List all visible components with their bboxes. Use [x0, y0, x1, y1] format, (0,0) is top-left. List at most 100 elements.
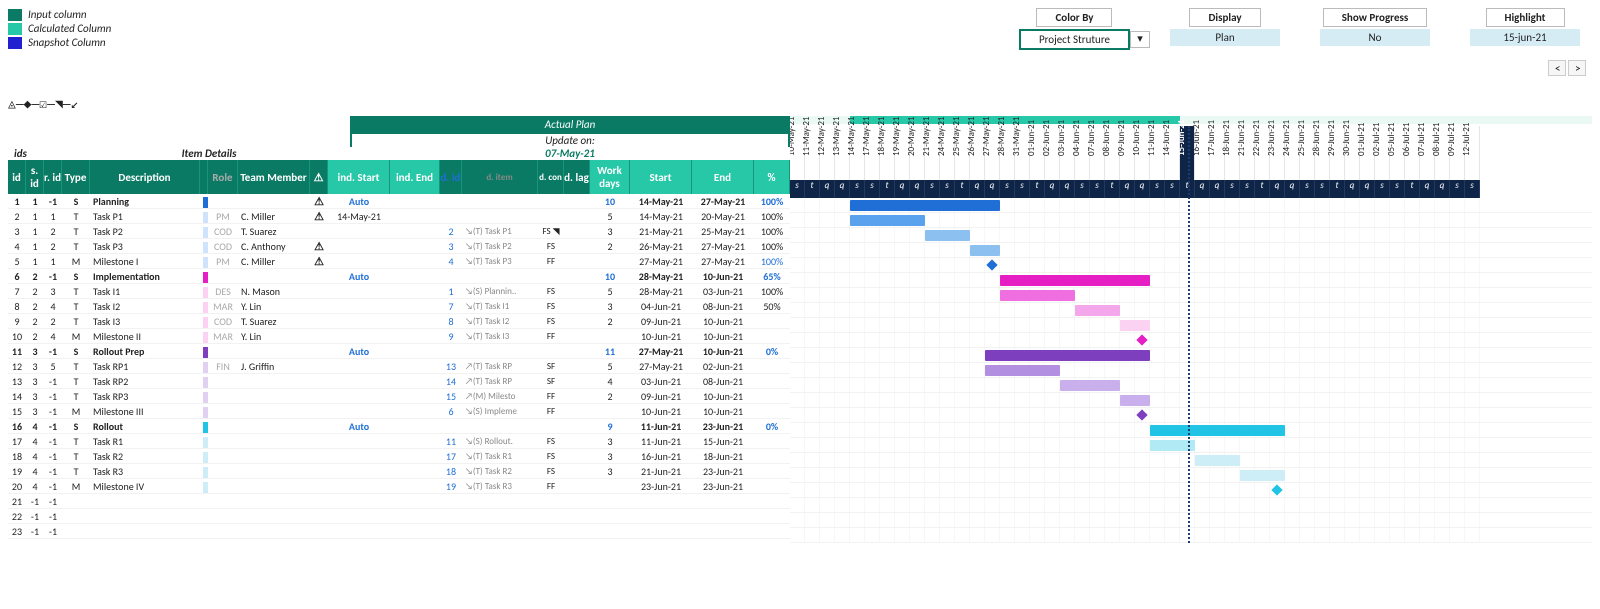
col-head[interactable]: Description: [90, 160, 200, 194]
highlight-line: [1188, 126, 1190, 543]
gantt-row: [790, 513, 1592, 528]
chevron-down-icon[interactable]: ▾: [1130, 31, 1150, 48]
table-row[interactable]: 312TTask P2CODT. Suarez2↘(T) Task P1FS ◥…: [8, 224, 790, 239]
col-head[interactable]: [200, 160, 208, 194]
table-row[interactable]: 22-1-1: [8, 509, 790, 524]
col-head[interactable]: Type: [62, 160, 90, 194]
col-head[interactable]: Work days: [590, 160, 630, 194]
table-row[interactable]: 922TTask I3CODT. Suarez8↘(T) Task I2FS20…: [8, 314, 790, 329]
gantt-row: [790, 228, 1592, 243]
color-by-select[interactable]: Project Struture▾: [1019, 29, 1130, 50]
color-by-head: Color By: [1036, 8, 1112, 27]
highlight-control: Highlight 15-jun-21: [1470, 8, 1580, 46]
column-headers: ids. idr. idTypeDescription RoleTeam Memb…: [8, 160, 790, 194]
gantt-row: [790, 378, 1592, 393]
table-row[interactable]: 174-1TTask R111↘(S) Rollout.FS311-Jun-21…: [8, 434, 790, 449]
table-row[interactable]: 133-1TTask RP214↗(T) Task RPSF403-Jun-21…: [8, 374, 790, 389]
highlight-head: Highlight: [1486, 8, 1565, 27]
gantt-row: [790, 468, 1592, 483]
gantt-bar: [1240, 470, 1285, 481]
gantt-bar: [985, 365, 1060, 376]
gantt-bar: [970, 245, 1000, 256]
legend-label: Calculated Column: [28, 22, 111, 35]
gantt-bar: [1120, 395, 1150, 406]
table-row[interactable]: 21-1-1: [8, 494, 790, 509]
col-head[interactable]: s. id: [26, 160, 44, 194]
gantt-row: [790, 423, 1592, 438]
table-row[interactable]: 412TTask P3CODC. Anthony⚠3↘(T) Task P2FS…: [8, 239, 790, 254]
table-row[interactable]: 113-1SRollout PrepAuto1127-May-2110-Jun-…: [8, 344, 790, 359]
gantt-row: [790, 483, 1592, 498]
gantt-bar: [1195, 455, 1240, 466]
gantt-bar: [850, 215, 925, 226]
table-row[interactable]: 194-1TTask R318↘(T) Task R2FS321-Jun-212…: [8, 464, 790, 479]
legend-label: Snapshot Column: [28, 36, 106, 49]
symbol-toolbar[interactable]: ◬–◆–☑–◥–↙: [8, 97, 1592, 112]
gantt-bar: [1075, 305, 1120, 316]
col-head[interactable]: ⚠: [310, 160, 328, 194]
col-head[interactable]: d. lag: [564, 160, 590, 194]
gantt-row: [790, 363, 1592, 378]
col-head[interactable]: Team Member: [238, 160, 310, 194]
progress-value[interactable]: No: [1320, 29, 1430, 46]
col-head[interactable]: d. id: [440, 160, 462, 194]
table-row[interactable]: 164-1SRolloutAuto911-Jun-2123-Jun-210%: [8, 419, 790, 434]
data-rows: 11-1SPlanning⚠Auto1014-May-2127-May-2110…: [8, 194, 790, 539]
table-row[interactable]: 204-1MMilestone IV19↘(T) Task R3FF23-Jun…: [8, 479, 790, 494]
gantt-bar: [1060, 380, 1120, 391]
toolbar: Color By Project Struture▾ Display Plan …: [1019, 8, 1580, 50]
color-by-control: Color By Project Struture▾: [1019, 8, 1130, 50]
table-row[interactable]: 211TTask P1PMC. Miller⚠14-May-21514-May-…: [8, 209, 790, 224]
col-head[interactable]: d. item: [462, 160, 538, 194]
col-head[interactable]: ind. End: [390, 160, 440, 194]
gantt-row: [790, 333, 1592, 348]
scroll-right-button[interactable]: >: [1568, 60, 1586, 76]
table-row[interactable]: 1024MMilestone IIMARY. Lin9↘(T) Task I3F…: [8, 329, 790, 344]
ids-label: ids: [8, 147, 68, 160]
gantt-row: [790, 348, 1592, 363]
table-row[interactable]: 11-1SPlanning⚠Auto1014-May-2127-May-2110…: [8, 194, 790, 209]
legend-swatch: [8, 37, 22, 49]
gantt-area[interactable]: 10-May-2111-May-2112-May-2113-May-2114-M…: [790, 116, 1592, 543]
gantt-bar: [925, 230, 970, 241]
col-head[interactable]: ind. Start: [328, 160, 390, 194]
display-head: Display: [1189, 8, 1260, 27]
table-row[interactable]: 824TTask I2MARY. Lin7↘(T) Task I1FS304-J…: [8, 299, 790, 314]
col-head[interactable]: %: [754, 160, 790, 194]
gantt-bar: [850, 200, 1000, 211]
gantt-row: [790, 318, 1592, 333]
col-head[interactable]: id: [8, 160, 26, 194]
table-row[interactable]: 62-1SImplementationAuto1028-May-2110-Jun…: [8, 269, 790, 284]
caption: Actual Plan Update on: ids Item Details …: [8, 116, 790, 160]
col-head[interactable]: End: [692, 160, 754, 194]
table-row[interactable]: 723TTask I1DESN. Mason1↘(S) Plannin..FS5…: [8, 284, 790, 299]
legend-swatch: [8, 9, 22, 21]
col-head[interactable]: d. con: [538, 160, 564, 194]
col-head[interactable]: Start: [630, 160, 692, 194]
scroll-left-button[interactable]: <: [1548, 60, 1566, 76]
gantt-row: [790, 453, 1592, 468]
gantt-bar: [985, 350, 1150, 361]
table-row[interactable]: 153-1MMilestone III6↘(S) ImplemeFF10-Jun…: [8, 404, 790, 419]
table-row[interactable]: 23-1-1: [8, 524, 790, 539]
gantt-rows: [790, 198, 1592, 543]
gantt-row: [790, 288, 1592, 303]
actual-plan-head: Actual Plan: [350, 116, 790, 134]
table-row[interactable]: 143-1TTask RP315↗(M) MilestoFF209-Jun-21…: [8, 389, 790, 404]
update-date: 07-May-21: [350, 147, 790, 160]
gantt-row: [790, 213, 1592, 228]
display-value[interactable]: Plan: [1170, 29, 1280, 46]
table-row[interactable]: 184-1TTask R217↘(T) Task R1FS316-Jun-211…: [8, 449, 790, 464]
gantt-bar: [1150, 425, 1285, 436]
gantt-row: [790, 303, 1592, 318]
item-details-label: Item Details: [68, 147, 350, 160]
col-head[interactable]: r. id: [44, 160, 62, 194]
timeline-dates: 10-May-2111-May-2112-May-2113-May-2114-M…: [790, 126, 1592, 180]
table-row[interactable]: 1235TTask RP1FINJ. Griffin13↗(T) Task RP…: [8, 359, 790, 374]
highlight-value[interactable]: 15-jun-21: [1470, 29, 1580, 46]
col-head[interactable]: Role: [208, 160, 238, 194]
table-row[interactable]: 511MMilestone IPMC. Miller⚠4↘(T) Task P3…: [8, 254, 790, 269]
gantt-row: [790, 198, 1592, 213]
gantt-row: [790, 528, 1592, 543]
gantt-bar: [1000, 275, 1150, 286]
